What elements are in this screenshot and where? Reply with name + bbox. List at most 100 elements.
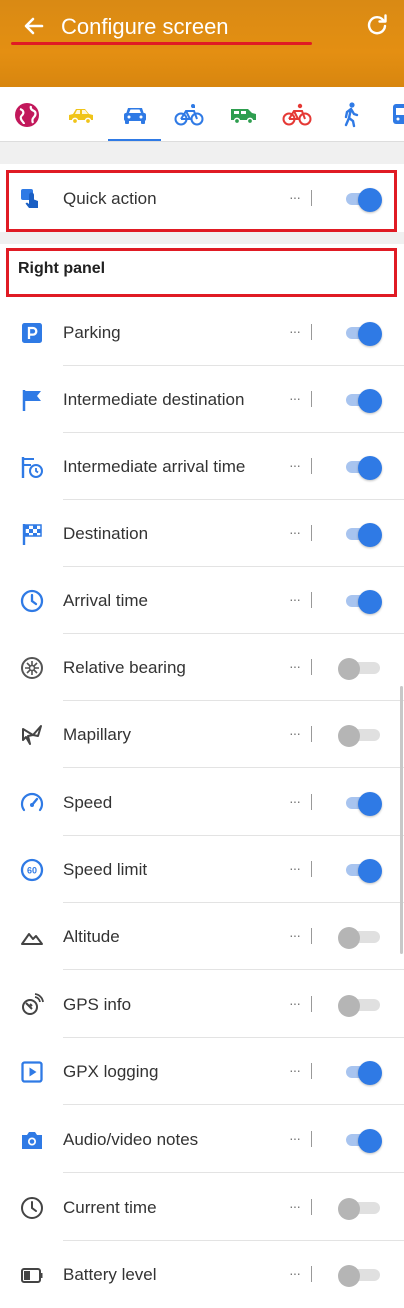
- widget-label: Intermediate arrival time: [63, 457, 246, 476]
- widget-toggle[interactable]: [338, 657, 384, 680]
- scrollbar[interactable]: [400, 686, 403, 954]
- widget-toggle[interactable]: [344, 1061, 384, 1085]
- divider: [311, 1199, 312, 1215]
- divider: [311, 861, 312, 877]
- back-button[interactable]: [20, 12, 48, 40]
- widget-toggle[interactable]: [338, 926, 384, 949]
- clock-outline-icon: [20, 1196, 44, 1220]
- satellite-icon: [20, 993, 44, 1017]
- profile-van[interactable]: [228, 100, 258, 130]
- walking-icon: [344, 102, 359, 128]
- widget-label: Parking: [63, 323, 121, 342]
- row-divider: [63, 1104, 404, 1105]
- checkered-flag-icon: [20, 522, 44, 546]
- divider: [311, 324, 312, 340]
- divider: [311, 592, 312, 608]
- divider: [311, 525, 312, 541]
- profile-car[interactable]: [120, 100, 150, 130]
- widget-row-current-time[interactable]: Current time ···: [0, 1174, 404, 1241]
- more-button[interactable]: ···: [289, 791, 305, 813]
- widget-toggle[interactable]: [344, 322, 384, 346]
- car-icon: [69, 109, 93, 125]
- camera-icon: [20, 1128, 44, 1152]
- widget-toggle[interactable]: [338, 994, 384, 1017]
- profile-bus[interactable]: [389, 100, 404, 130]
- more-button[interactable]: ···: [289, 993, 305, 1015]
- row-divider: [63, 969, 404, 970]
- divider: [311, 726, 312, 742]
- more-button[interactable]: ···: [289, 388, 305, 410]
- widget-label: Mapillary: [63, 725, 132, 744]
- flag-icon: [20, 388, 44, 412]
- flag-clock-icon: [20, 455, 44, 479]
- section-gap: [0, 232, 404, 244]
- more-button[interactable]: ···: [289, 321, 305, 343]
- title-highlight-underline: [11, 42, 312, 45]
- widget-row-gps-info[interactable]: GPS info ···: [0, 971, 404, 1038]
- compass-icon: [20, 656, 44, 680]
- more-button[interactable]: ···: [289, 1263, 305, 1285]
- quick-action-highlight: [6, 170, 397, 232]
- svg-text:60: 60: [27, 866, 37, 876]
- more-button[interactable]: ···: [289, 656, 305, 678]
- gpx-record-icon: [20, 1060, 44, 1084]
- clock-icon: [20, 589, 44, 613]
- widget-toggle[interactable]: [338, 1197, 384, 1220]
- widget-row-intermediate-arrival-time[interactable]: Intermediate arrival time ···: [0, 433, 404, 500]
- widget-row-arrival-time[interactable]: Arrival time ···: [0, 567, 404, 634]
- reset-button[interactable]: [365, 12, 389, 38]
- divider: [311, 794, 312, 810]
- widget-row-relative-bearing[interactable]: Relative bearing ···: [0, 634, 404, 701]
- profile-pedestrian[interactable]: [336, 100, 366, 130]
- more-button[interactable]: ···: [289, 1060, 305, 1082]
- widget-row-audio-video-notes[interactable]: Audio/video notes ···: [0, 1106, 404, 1173]
- row-divider: [63, 767, 404, 768]
- profile-bicycle-red[interactable]: [282, 100, 312, 130]
- right-panel-highlight: [6, 248, 397, 297]
- widget-row-gpx-logging[interactable]: GPX logging ···: [0, 1038, 404, 1105]
- widget-label: GPX logging: [63, 1062, 159, 1081]
- widget-row-speed[interactable]: Speed ···: [0, 769, 404, 836]
- widget-row-speed-limit[interactable]: 60 Speed limit ···: [0, 836, 404, 903]
- more-button[interactable]: ···: [289, 723, 305, 745]
- widget-label: Relative bearing: [63, 658, 186, 677]
- widget-toggle[interactable]: [344, 590, 384, 614]
- widget-toggle[interactable]: [344, 1129, 384, 1153]
- widget-toggle[interactable]: [344, 792, 384, 816]
- divider: [311, 928, 312, 944]
- row-divider: [63, 1172, 404, 1173]
- van-icon: [231, 109, 256, 125]
- speedometer-icon: [20, 791, 44, 815]
- widget-label: Current time: [63, 1198, 157, 1217]
- widget-row-altitude[interactable]: Altitude ···: [0, 903, 404, 970]
- widget-toggle[interactable]: [344, 456, 384, 480]
- more-button[interactable]: ···: [289, 925, 305, 947]
- more-button[interactable]: ···: [289, 522, 305, 544]
- widget-toggle[interactable]: [344, 523, 384, 547]
- more-button[interactable]: ···: [289, 1196, 305, 1218]
- widget-row-mapillary[interactable]: Mapillary ···: [0, 701, 404, 768]
- profile-browse-map[interactable]: [12, 100, 42, 130]
- widget-row-destination[interactable]: Destination ···: [0, 500, 404, 567]
- widget-label: Speed limit: [63, 860, 148, 879]
- widget-row-intermediate-destination[interactable]: Intermediate destination ···: [0, 366, 404, 433]
- more-button[interactable]: ···: [289, 589, 305, 611]
- widget-toggle[interactable]: [338, 1264, 384, 1287]
- divider: [311, 659, 312, 675]
- widget-toggle[interactable]: [344, 389, 384, 413]
- more-button[interactable]: ···: [289, 858, 305, 880]
- widget-label: Battery level: [63, 1265, 157, 1284]
- profile-car-yellow[interactable]: [66, 100, 96, 130]
- bicycle-icon: [282, 103, 312, 126]
- battery-icon: [20, 1263, 44, 1287]
- more-button[interactable]: ···: [289, 455, 305, 477]
- widget-label: Altitude: [63, 927, 120, 946]
- widget-toggle[interactable]: [338, 724, 384, 747]
- profile-bicycle[interactable]: [174, 100, 204, 130]
- bicycle-icon: [174, 104, 204, 126]
- section-gap: [0, 142, 404, 164]
- widget-row-parking[interactable]: Parking ···: [0, 299, 404, 366]
- widget-toggle[interactable]: [344, 859, 384, 883]
- more-button[interactable]: ···: [289, 1128, 305, 1150]
- widget-row-battery-level[interactable]: Battery level ···: [0, 1241, 404, 1308]
